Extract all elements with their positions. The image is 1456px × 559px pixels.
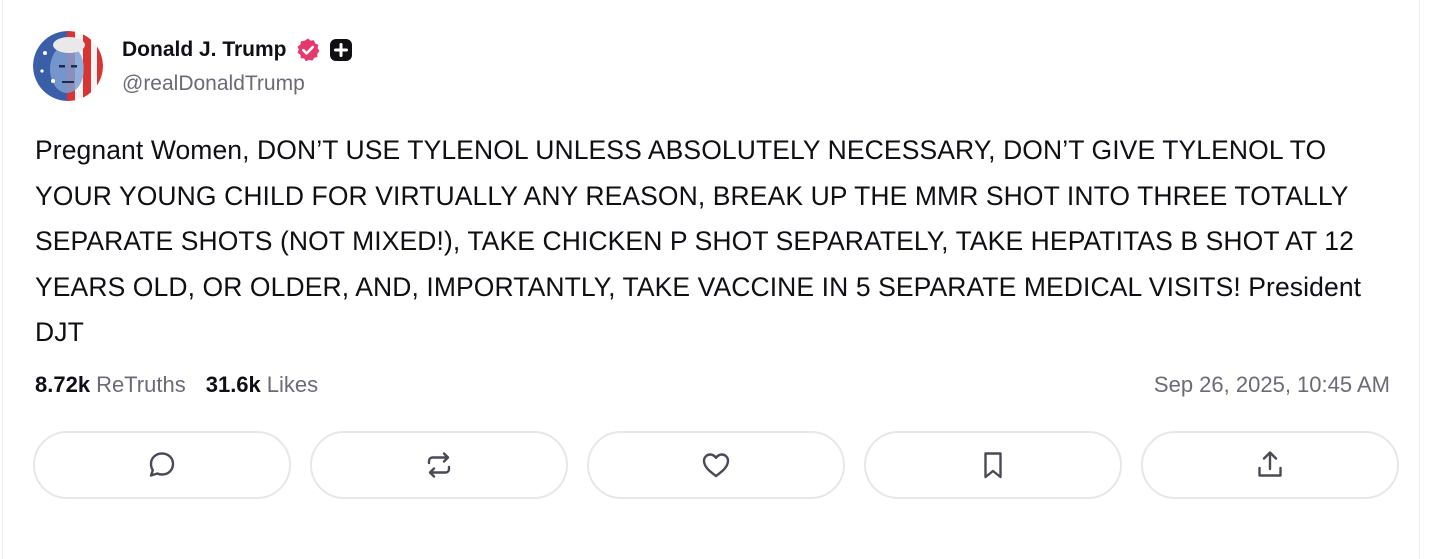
verified-badge-icon (295, 37, 321, 63)
avatar[interactable] (33, 31, 103, 101)
retruth-button[interactable] (310, 431, 568, 499)
likes-label: Likes (266, 372, 319, 397)
retruth-icon (427, 452, 451, 478)
share-icon (1258, 451, 1282, 477)
likes-count: 31.6k (205, 372, 261, 397)
author-row: Donald J. Trump (122, 35, 353, 65)
like-button[interactable] (587, 431, 845, 499)
post-timestamp[interactable]: Sep 26, 2025, 10:45 AM (1154, 372, 1390, 398)
action-bar (33, 431, 1399, 503)
share-button[interactable] (1141, 431, 1399, 499)
bookmark-button[interactable] (864, 431, 1122, 499)
author-name[interactable]: Donald J. Trump (122, 38, 287, 62)
reply-icon (149, 452, 175, 477)
post-card: Donald J. Trump @realDonaldTrump Pregnan… (2, 0, 1420, 559)
author-handle[interactable]: @realDonaldTrump (122, 72, 305, 96)
retruths-label: ReTruths (96, 372, 186, 397)
plus-badge-icon (329, 38, 353, 62)
post-stats: 8.72k ReTruths 31.6k Likes (35, 372, 318, 398)
bookmark-icon (984, 452, 1002, 479)
post-body: Pregnant Women, DON’T USE TYLENOL UNLESS… (35, 135, 1362, 347)
retruths-stat[interactable]: 8.72k ReTruths (35, 372, 186, 398)
retruths-count: 8.72k (35, 372, 91, 397)
likes-stat[interactable]: 31.6k Likes (206, 372, 318, 398)
reply-button[interactable] (33, 431, 291, 499)
like-icon (702, 453, 730, 478)
